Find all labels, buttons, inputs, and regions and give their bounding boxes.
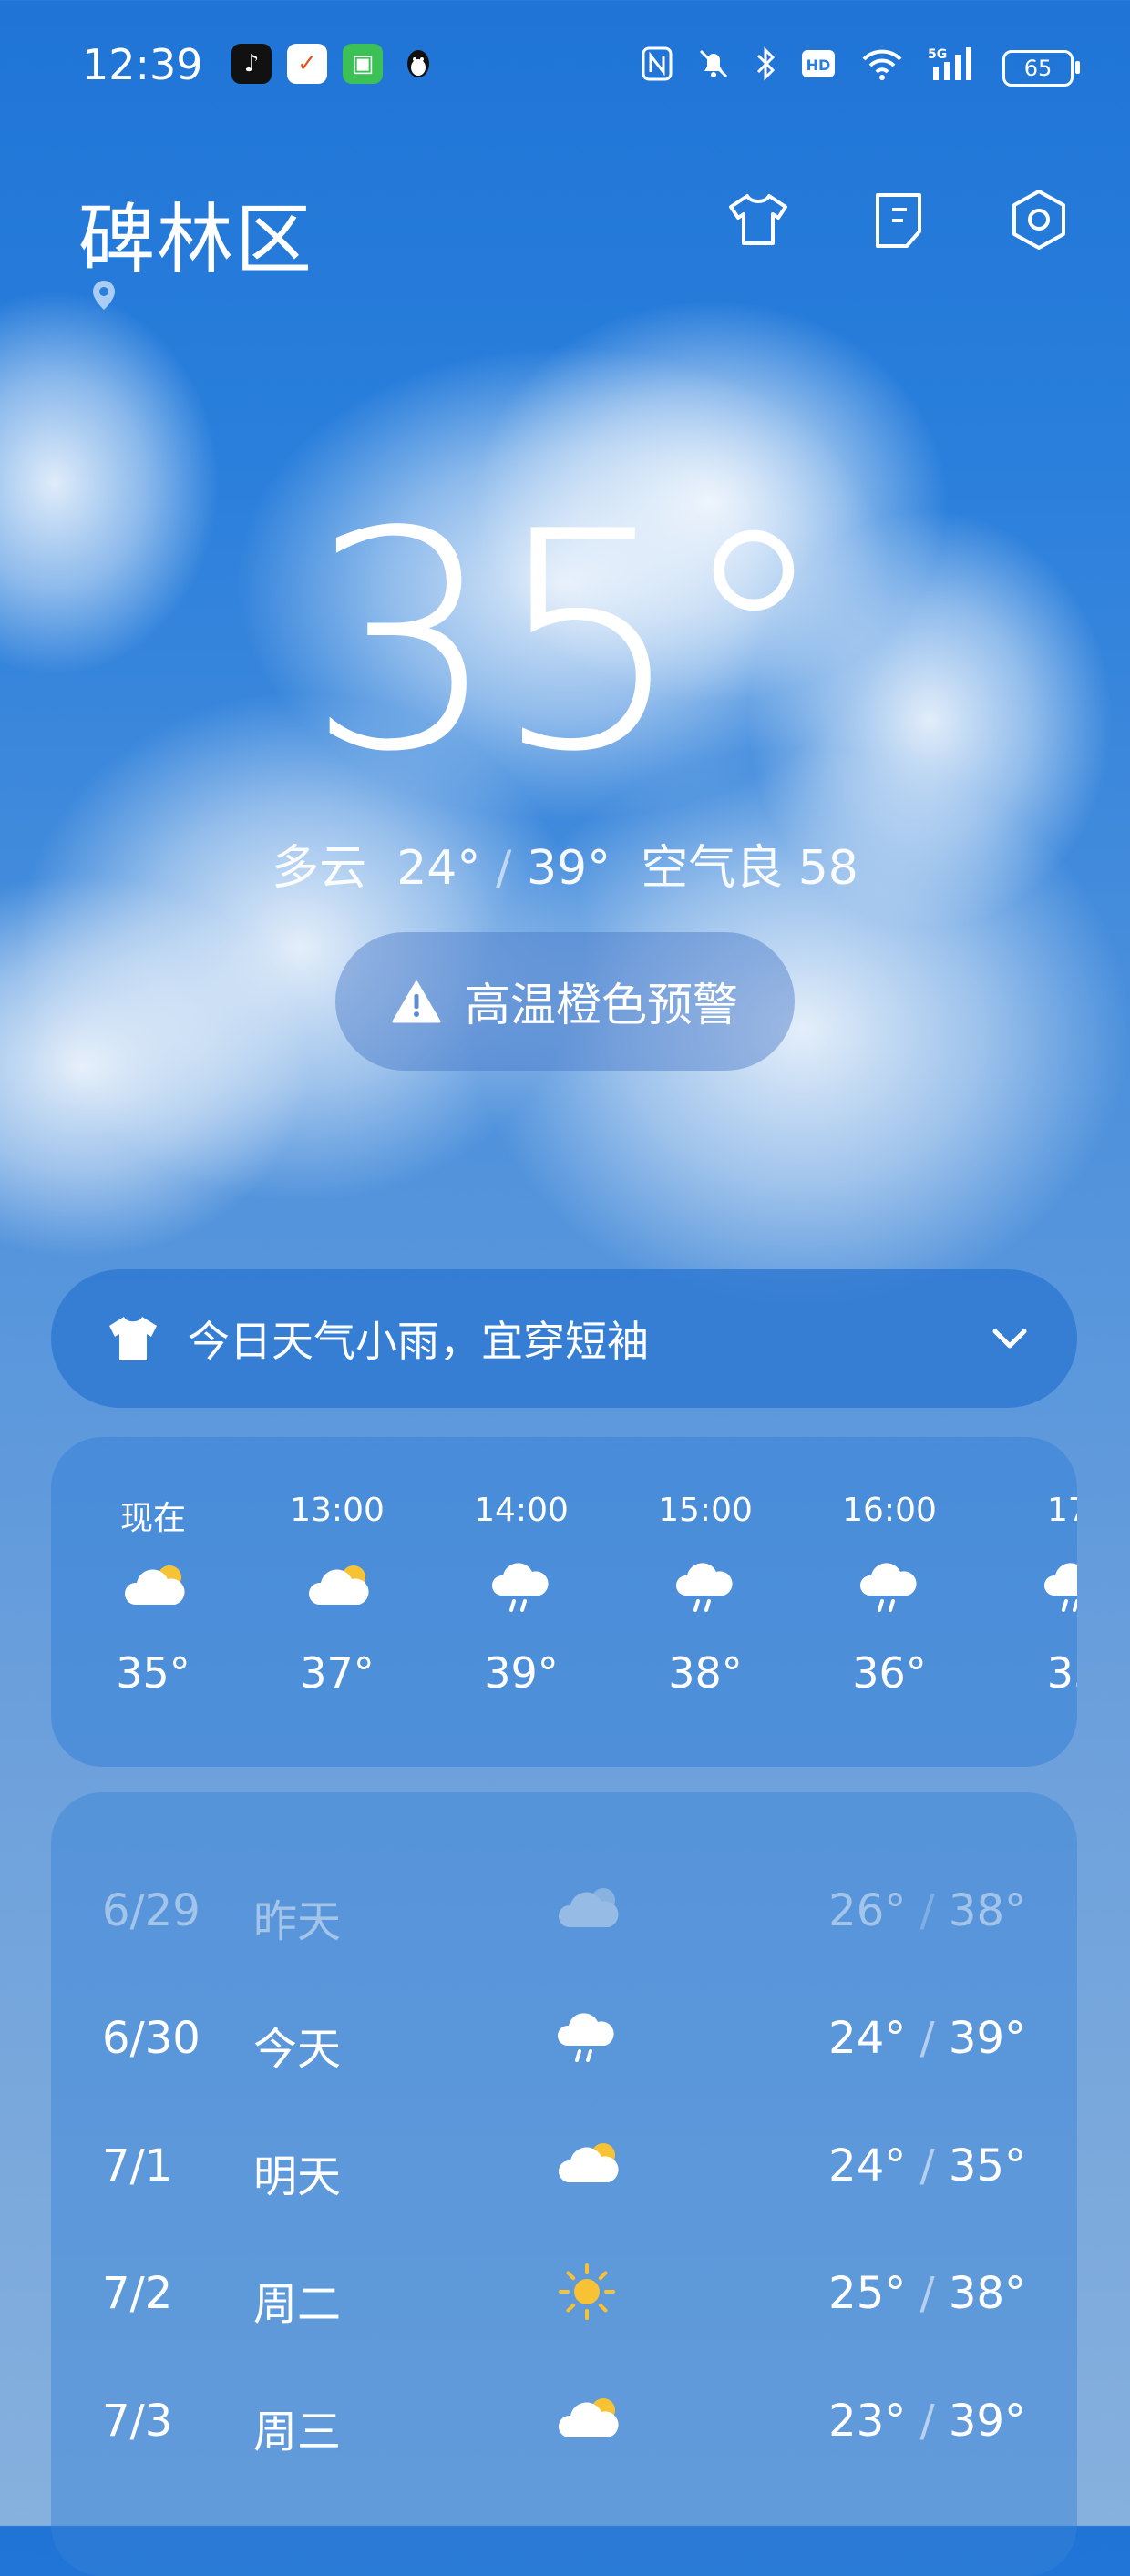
high-temp: 39° bbox=[526, 841, 611, 896]
day-date: 7/2 bbox=[102, 2268, 173, 2319]
status-bar: 12:39 ♪ ✓ ▣ HD 5G 65 bbox=[0, 36, 1130, 100]
rain-icon bbox=[1037, 1557, 1077, 1616]
partly-cloudy-icon bbox=[550, 2390, 623, 2448]
messages-icon: ▣ bbox=[343, 44, 383, 84]
day-date: 7/3 bbox=[102, 2396, 173, 2447]
hour-time: 17: bbox=[1047, 1492, 1077, 1529]
day-name: 明天 bbox=[253, 2151, 342, 2202]
day-row[interactable]: 6/29 昨天 26° / 38° bbox=[51, 1863, 1077, 1955]
wifi-icon bbox=[860, 46, 904, 89]
day-low: 26° bbox=[828, 1885, 907, 1936]
warning-icon bbox=[392, 980, 441, 1023]
low-temp: 24° bbox=[396, 841, 481, 896]
air-quality[interactable]: 空气良 58 bbox=[641, 841, 858, 896]
day-name: 周三 bbox=[253, 2407, 342, 2458]
hour-temp: 38° bbox=[668, 1648, 743, 1698]
hour-item[interactable]: 14:00 39° bbox=[448, 1492, 594, 1698]
hour-time: 14:00 bbox=[474, 1492, 569, 1529]
current-temperature: 35° bbox=[306, 467, 829, 817]
hour-time: 15:00 bbox=[658, 1492, 753, 1529]
battery-indicator: 65 bbox=[1002, 49, 1080, 87]
hour-time: 16:00 bbox=[842, 1492, 937, 1529]
day-high: 38° bbox=[948, 1885, 1026, 1936]
rain-icon bbox=[669, 1557, 742, 1616]
day-date: 6/29 bbox=[102, 1885, 200, 1936]
settings-icon bbox=[1012, 190, 1065, 250]
outfit-icon bbox=[729, 194, 787, 245]
chevron-down-icon[interactable] bbox=[988, 1317, 1032, 1360]
svg-text:5G: 5G bbox=[928, 47, 947, 62]
daily-forecast[interactable]: 6/29 昨天 26° / 38° 6/30 今天 24° / 39° 7/1 … bbox=[51, 1792, 1077, 2576]
rain-icon bbox=[485, 1557, 558, 1616]
day-row[interactable]: 6/30 今天 24° / 39° bbox=[51, 1991, 1077, 2082]
day-high: 39° bbox=[948, 2396, 1026, 2447]
day-low: 24° bbox=[828, 2013, 907, 2064]
rain-icon bbox=[550, 2007, 623, 2066]
status-time: 12:39 bbox=[82, 40, 203, 89]
hour-temp: 35 bbox=[1046, 1648, 1077, 1698]
partly-cloudy-icon bbox=[550, 1880, 623, 1938]
5g-signal-icon: 5G bbox=[928, 46, 979, 90]
nfc-icon bbox=[642, 46, 673, 89]
day-low: 24° bbox=[828, 2140, 907, 2191]
shirt-icon bbox=[109, 1317, 157, 1360]
notes-button[interactable] bbox=[866, 187, 931, 252]
day-name: 昨天 bbox=[253, 1896, 342, 1947]
mute-icon bbox=[696, 46, 731, 89]
day-low: 23° bbox=[828, 2396, 907, 2447]
day-range: 24° / 35° bbox=[828, 2140, 1026, 2191]
nike-icon: ✓ bbox=[287, 44, 327, 84]
tiktok-icon: ♪ bbox=[231, 44, 272, 84]
clothing-tip-card[interactable]: 今日天气小雨，宜穿短袖 bbox=[51, 1269, 1077, 1408]
day-range: 25° / 38° bbox=[828, 2268, 1026, 2319]
notes-icon bbox=[876, 193, 921, 248]
heat-warning-button[interactable]: 高温橙色预警 bbox=[335, 932, 795, 1071]
hour-temp: 36° bbox=[852, 1648, 927, 1698]
partly-cloudy-icon bbox=[550, 2135, 623, 2193]
settings-button[interactable] bbox=[1006, 187, 1072, 252]
day-range: 26° / 38° bbox=[828, 1885, 1026, 1936]
partly-cloudy-icon bbox=[117, 1557, 190, 1616]
alert-label: 高温橙色预警 bbox=[465, 979, 738, 1031]
day-row[interactable]: 7/1 明天 24° / 35° bbox=[51, 2119, 1077, 2210]
hour-item[interactable]: 16:00 36° bbox=[817, 1492, 962, 1698]
hour-item[interactable]: 17: 35 bbox=[1001, 1492, 1077, 1698]
partly-cloudy-icon bbox=[301, 1557, 374, 1616]
day-row[interactable]: 7/3 周三 23° / 39° bbox=[51, 2374, 1077, 2465]
hour-item[interactable]: 15:00 38° bbox=[632, 1492, 778, 1698]
day-low: 25° bbox=[828, 2268, 907, 2319]
day-date: 7/1 bbox=[102, 2140, 173, 2191]
qq-icon bbox=[398, 44, 438, 84]
hour-time: 13:00 bbox=[290, 1492, 385, 1529]
day-high: 35° bbox=[948, 2140, 1026, 2191]
day-name: 今天 bbox=[253, 2024, 342, 2075]
bluetooth-icon bbox=[755, 46, 776, 89]
day-high: 39° bbox=[948, 2013, 1026, 2064]
condition-text: 多云 bbox=[272, 841, 367, 896]
hour-item[interactable]: 现在 35° bbox=[80, 1492, 226, 1698]
hour-temp: 37° bbox=[300, 1648, 375, 1698]
hour-time: 现在 bbox=[119, 1500, 186, 1537]
rain-icon bbox=[853, 1557, 926, 1616]
hour-item[interactable]: 13:00 37° bbox=[264, 1492, 410, 1698]
day-range: 23° / 39° bbox=[828, 2396, 1026, 2447]
hour-temp: 35° bbox=[116, 1648, 190, 1698]
clothing-tip-text: 今日天气小雨，宜穿短袖 bbox=[188, 1317, 649, 1366]
location-pin-icon bbox=[93, 281, 115, 310]
outfit-button[interactable] bbox=[725, 187, 791, 252]
hour-temp: 39° bbox=[484, 1648, 559, 1698]
day-high: 38° bbox=[948, 2268, 1026, 2319]
current-summary: 多云 24° / 39° 空气良 58 bbox=[272, 841, 858, 896]
day-row[interactable]: 7/2 周二 25° / 38° bbox=[51, 2246, 1077, 2337]
day-date: 6/30 bbox=[102, 2013, 200, 2064]
day-name: 周二 bbox=[253, 2279, 342, 2330]
day-range: 24° / 39° bbox=[828, 2013, 1026, 2064]
svg-text:HD: HD bbox=[806, 56, 831, 74]
hourly-forecast[interactable]: 现在 35° 13:00 37° 14:00 39° 15:00 38° 16:… bbox=[51, 1437, 1077, 1767]
sun-icon bbox=[550, 2263, 623, 2321]
hd-icon: HD bbox=[800, 48, 837, 87]
city-name[interactable]: 碑林区 bbox=[78, 179, 313, 289]
